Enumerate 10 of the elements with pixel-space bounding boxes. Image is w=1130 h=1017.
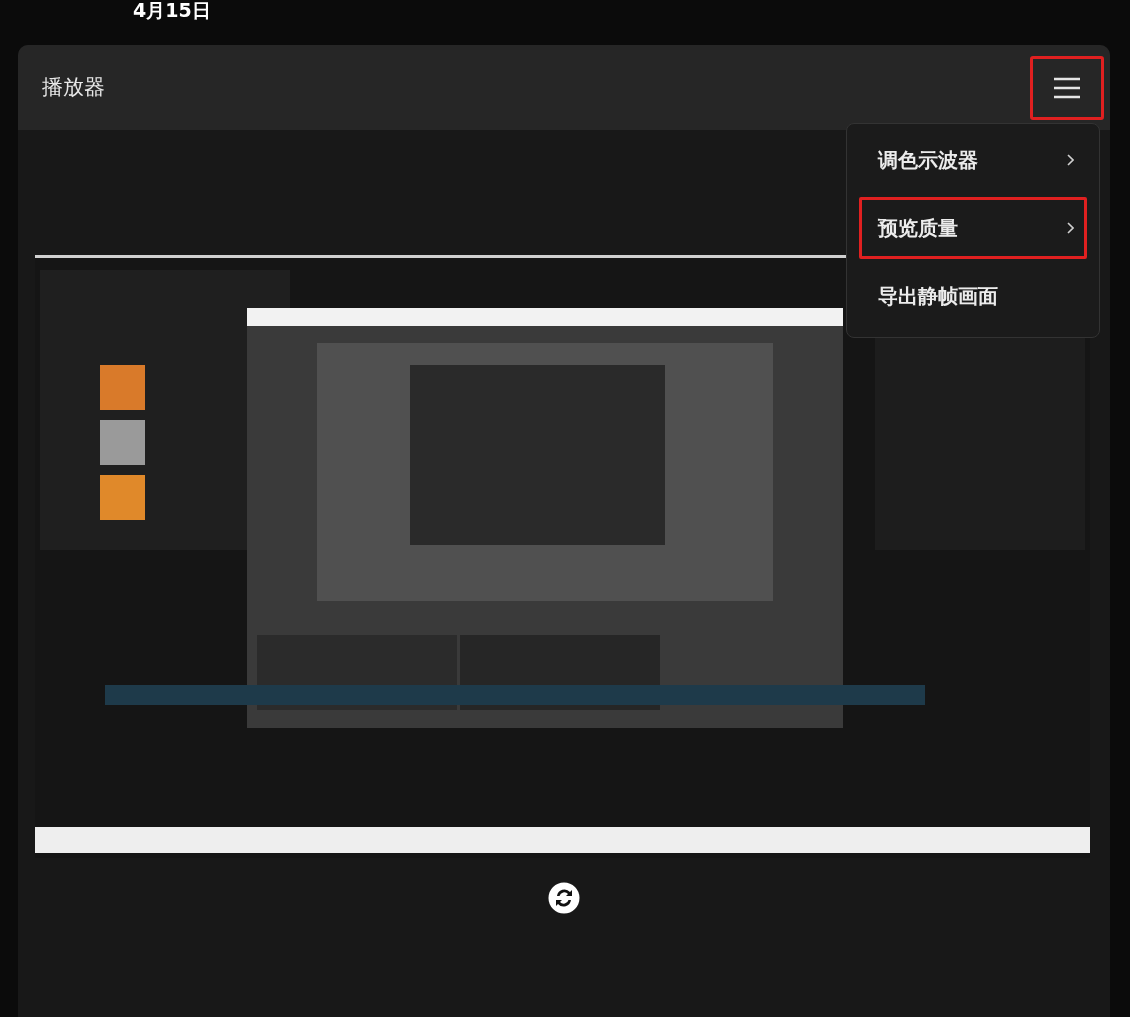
rotate-icon[interactable] [548,882,580,914]
menu-item[interactable]: 导出静帧画面 [859,265,1087,327]
menu-icon [1053,76,1081,99]
chevron-right-icon [1067,222,1074,234]
menu-item[interactable]: 调色示波器 [859,129,1087,191]
date-label: 4月15日 [133,0,211,20]
menu-button[interactable] [1030,55,1104,120]
chevron-right-icon [1067,154,1074,166]
menu-item[interactable]: 预览质量 [859,197,1087,259]
panel-title: 播放器 [42,73,105,101]
